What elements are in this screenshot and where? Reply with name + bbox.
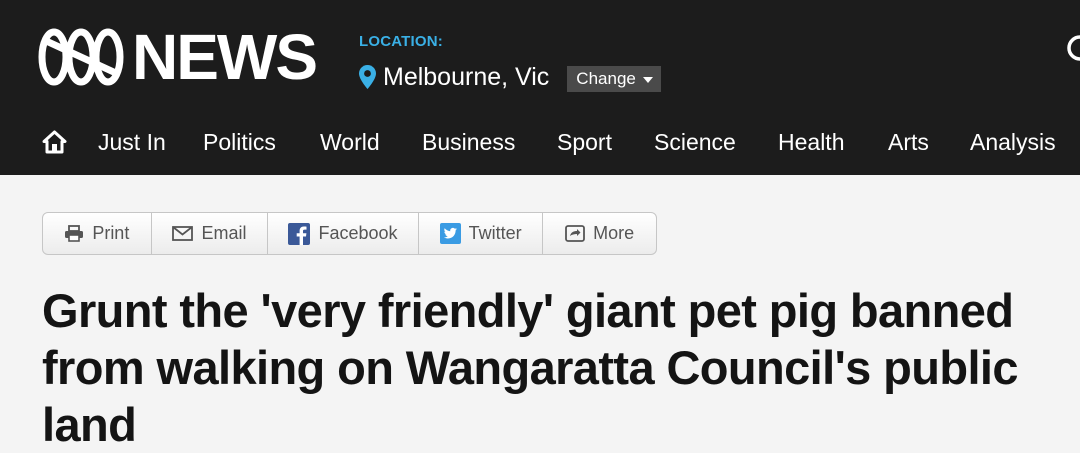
facebook-icon <box>288 222 311 245</box>
share-toolbar: Print Email Facebook Twitter More <box>42 212 657 255</box>
brand-wordmark: NEWS <box>132 21 318 93</box>
map-pin-icon <box>359 65 376 89</box>
abc-news-logo[interactable]: NEWS <box>38 21 318 93</box>
print-label: Print <box>92 223 130 243</box>
nav-item-business[interactable]: Business <box>422 128 515 156</box>
email-label: Email <box>201 223 247 243</box>
search-icon[interactable] <box>1064 34 1080 68</box>
change-location-label: Change <box>576 69 636 88</box>
nav-item-sport[interactable]: Sport <box>557 128 612 156</box>
print-button[interactable]: Print <box>43 213 152 254</box>
more-share-button[interactable]: More <box>543 213 656 254</box>
caret-down-icon <box>642 76 653 83</box>
twitter-icon <box>439 223 461 244</box>
change-location-button[interactable]: Change <box>567 66 661 92</box>
home-icon[interactable] <box>42 130 67 154</box>
share-more-icon <box>565 225 586 242</box>
abc-logo-icon <box>38 28 124 86</box>
more-label: More <box>593 223 635 243</box>
printer-icon <box>65 225 84 242</box>
email-button[interactable]: Email <box>152 213 269 254</box>
envelope-icon <box>172 226 194 241</box>
nav-item-health[interactable]: Health <box>778 128 844 156</box>
nav-item-politics[interactable]: Politics <box>203 128 276 156</box>
location-label: LOCATION: <box>359 33 444 50</box>
twitter-label: Twitter <box>468 223 522 243</box>
location-value: Melbourne, Vic <box>383 63 550 91</box>
nav-item-arts[interactable]: Arts <box>888 128 929 156</box>
nav-item-science[interactable]: Science <box>654 128 736 156</box>
twitter-share-button[interactable]: Twitter <box>419 213 544 254</box>
nav-item-world[interactable]: World <box>320 128 380 156</box>
site-header: NEWS LOCATION: Melbourne, Vic Change <box>0 0 1080 110</box>
location-row: Melbourne, Vic Change <box>359 62 661 92</box>
facebook-label: Facebook <box>318 223 398 243</box>
nav-item-analysis[interactable]: Analysis <box>970 128 1056 156</box>
main-nav: Just In Politics World Business Sport Sc… <box>0 110 1080 175</box>
nav-item-just-in[interactable]: Just In <box>98 128 166 156</box>
facebook-share-button[interactable]: Facebook <box>268 213 419 254</box>
article-headline: Grunt the 'very friendly' giant pet pig … <box>42 284 1019 451</box>
